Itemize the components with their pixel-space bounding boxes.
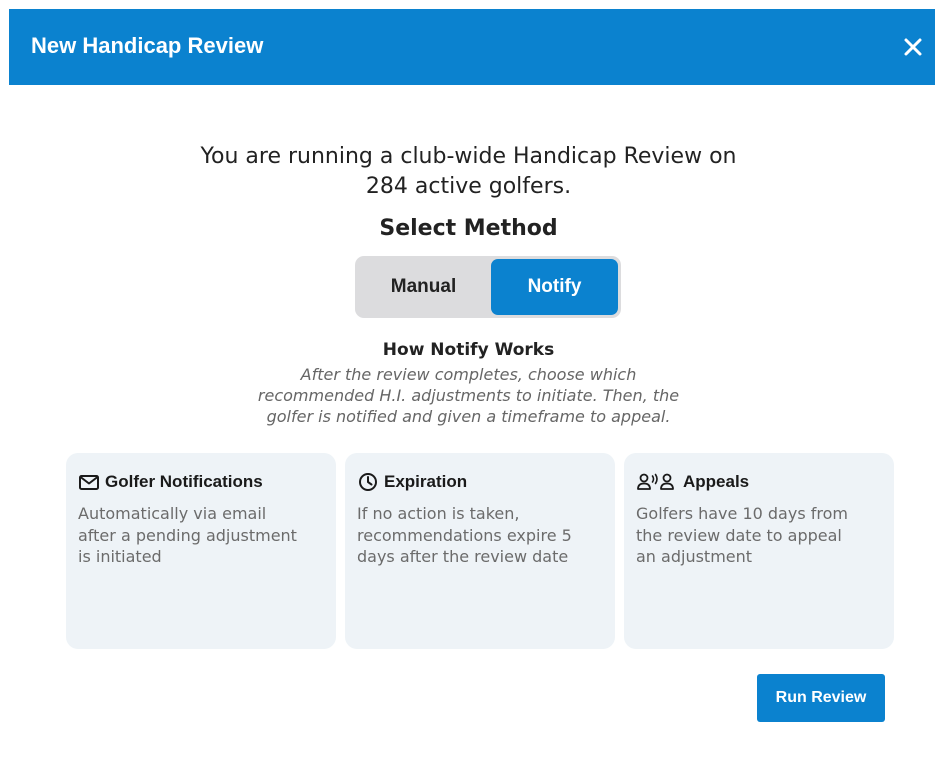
dialog-title: New Handicap Review <box>31 33 264 58</box>
card-line: after a pending adjustment <box>78 525 297 545</box>
intro-line-2: 284 active golfers. <box>365 174 572 199</box>
envelope-icon <box>78 472 100 492</box>
clock-icon <box>357 472 379 492</box>
card-text: Automatically via email after a pending … <box>78 503 328 568</box>
method-toggle: Manual Notify <box>355 256 621 318</box>
how-line-2: recommended H.I. adjustments to initiate… <box>257 386 680 405</box>
appeals-card: Appeals Golfers have 10 days from the re… <box>624 453 894 649</box>
card-line: an adjustment <box>636 547 753 566</box>
card-line: recommendations expire 5 <box>357 525 572 545</box>
dialog-header: New Handicap Review <box>9 9 935 85</box>
card-line: Automatically via email <box>78 504 267 523</box>
card-line: days after the review date <box>357 547 569 566</box>
card-line: If no action is taken, <box>357 504 520 523</box>
people-icon <box>636 472 678 492</box>
manual-option[interactable]: Manual <box>358 259 489 315</box>
close-icon[interactable] <box>901 35 925 59</box>
card-title: Golfer Notifications <box>105 472 263 491</box>
how-line-3: golfer is notified and given a timeframe… <box>266 407 671 426</box>
intro-line-1: You are running a club-wide Handicap Rev… <box>200 144 737 169</box>
intro-text: You are running a club-wide Handicap Rev… <box>0 142 937 202</box>
notify-option[interactable]: Notify <box>491 259 618 315</box>
how-line-1: After the review completes, choose which <box>300 365 637 384</box>
card-line: the review date to appeal <box>636 525 842 545</box>
card-text: Golfers have 10 days from the review dat… <box>636 503 886 568</box>
select-method-label: Select Method <box>379 216 558 241</box>
run-review-button[interactable]: Run Review <box>757 674 885 722</box>
card-line: is initiated <box>78 547 162 566</box>
card-title: Expiration <box>384 472 468 491</box>
golfer-notifications-card: Golfer Notifications Automatically via e… <box>66 453 336 649</box>
card-line: Golfers have 10 days from <box>636 504 848 523</box>
handicap-review-dialog: New Handicap Review You are running a cl… <box>0 0 937 773</box>
how-notify-works-heading: How Notify Works <box>382 340 555 360</box>
card-text: If no action is taken, recommendations e… <box>357 503 607 568</box>
how-notify-works-description: After the review completes, choose which… <box>0 364 937 427</box>
expiration-card: Expiration If no action is taken, recomm… <box>345 453 615 649</box>
card-title: Appeals <box>683 472 750 491</box>
